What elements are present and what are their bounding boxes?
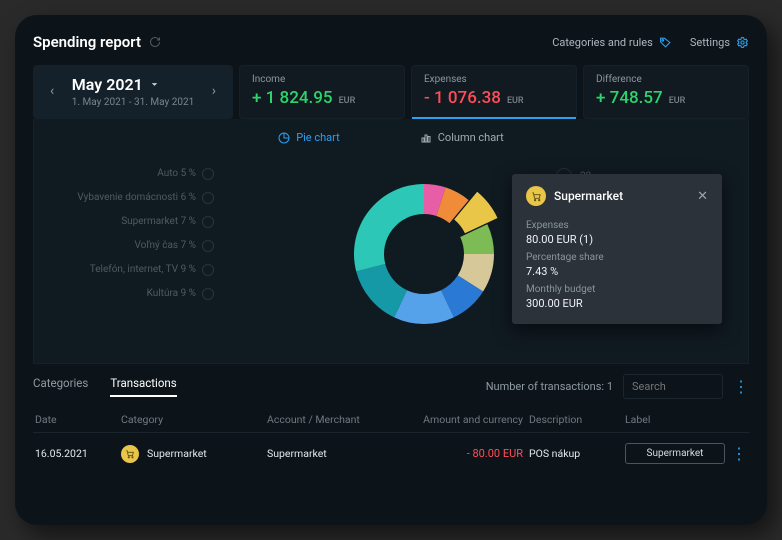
search-input[interactable] bbox=[623, 374, 723, 399]
tabs-row: Categories Transactions Number of transa… bbox=[33, 374, 749, 399]
settings-link[interactable]: Settings bbox=[690, 36, 749, 49]
next-period-button[interactable]: › bbox=[208, 82, 220, 100]
more-options-button[interactable]: ⋮ bbox=[733, 379, 749, 395]
difference-value: + 748.57 bbox=[596, 88, 663, 108]
tooltip-share-label: Percentage share bbox=[526, 252, 708, 263]
cell-merchant: Supermarket bbox=[267, 447, 407, 460]
legend-item: Kultúra 9 % bbox=[59, 288, 214, 300]
category-icon bbox=[202, 216, 214, 228]
tabs: Categories Transactions bbox=[33, 376, 177, 397]
prev-period-button[interactable]: ‹ bbox=[46, 82, 58, 100]
legend-item: Auto 5 % bbox=[59, 168, 214, 180]
top-links: Categories and rules Settings bbox=[552, 36, 749, 49]
period-label: May 2021 bbox=[72, 75, 143, 94]
column-chart-tab[interactable]: Column chart bbox=[420, 131, 504, 144]
column-chart-label: Column chart bbox=[438, 131, 504, 144]
period-card: ‹ May 2021 1. May 2021 - 31. May 2021 › bbox=[33, 65, 233, 119]
pie-chart-tab[interactable]: Pie chart bbox=[278, 131, 340, 144]
legend-item: Voľný čas 7 % bbox=[59, 240, 214, 252]
app-window: Spending report Categories and rules Set… bbox=[15, 15, 767, 525]
refresh-icon[interactable] bbox=[149, 36, 161, 48]
col-label: Label bbox=[625, 413, 725, 426]
cell-description: POS nákup bbox=[529, 447, 619, 460]
chart-type-toggle: Pie chart Column chart bbox=[33, 119, 749, 152]
expenses-card[interactable]: Expenses - 1 076.38 EUR bbox=[411, 65, 577, 119]
chevron-down-icon bbox=[149, 79, 160, 90]
income-value: + 1 824.95 bbox=[252, 88, 333, 108]
categories-rules-label: Categories and rules bbox=[552, 36, 653, 49]
tab-categories[interactable]: Categories bbox=[33, 376, 88, 397]
income-currency: EUR bbox=[339, 96, 356, 106]
page-title-text: Spending report bbox=[33, 33, 141, 51]
tooltip-title: Supermarket bbox=[554, 189, 623, 203]
topbar: Spending report Categories and rules Set… bbox=[33, 29, 749, 55]
table-header: Date Category Account / Merchant Amount … bbox=[33, 407, 749, 432]
category-icon bbox=[202, 288, 214, 300]
tooltip-budget-value: 300.00 EUR bbox=[526, 297, 708, 310]
tooltip-expenses-label: Expenses bbox=[526, 220, 708, 231]
cell-date: 16.05.2021 bbox=[35, 447, 115, 460]
income-card[interactable]: Income + 1 824.95 EUR bbox=[239, 65, 405, 119]
label-pill[interactable]: Supermarket bbox=[625, 443, 725, 464]
table-row[interactable]: 16.05.2021 Supermarket Supermarket - 80.… bbox=[33, 432, 749, 470]
expenses-currency: EUR bbox=[507, 96, 524, 106]
legend-item: Telefón, internet, TV 9 % bbox=[59, 264, 214, 276]
page-title: Spending report bbox=[33, 33, 161, 51]
category-icon bbox=[202, 264, 214, 276]
col-description: Description bbox=[529, 413, 619, 426]
donut-chart[interactable] bbox=[334, 164, 514, 344]
tab-controls: Number of transactions: 1 ⋮ bbox=[486, 374, 749, 399]
tooltip-budget-label: Monthly budget bbox=[526, 284, 708, 295]
col-category: Category bbox=[121, 413, 261, 426]
chart-legend-left: Auto 5 % Vybavenie domácnosti 6 % Superm… bbox=[59, 168, 214, 312]
row-more-button[interactable]: ⋮ bbox=[731, 446, 751, 462]
col-date: Date bbox=[35, 413, 115, 426]
tooltip-share-value: 7.43 % bbox=[526, 265, 708, 278]
cell-amount: - 80.00 EUR bbox=[413, 447, 523, 460]
cart-icon bbox=[526, 186, 546, 206]
settings-label: Settings bbox=[690, 36, 730, 49]
legend-item: Vybavenie domácnosti 6 % bbox=[59, 192, 214, 204]
close-tooltip-button[interactable]: ✕ bbox=[697, 189, 708, 204]
income-label: Income bbox=[252, 74, 392, 85]
category-icon bbox=[202, 192, 214, 204]
cart-icon bbox=[121, 445, 139, 463]
pie-chart-label: Pie chart bbox=[296, 131, 340, 144]
difference-label: Difference bbox=[596, 74, 736, 85]
gear-icon bbox=[736, 36, 749, 49]
legend-item: Supermarket 7 % bbox=[59, 216, 214, 228]
categories-rules-link[interactable]: Categories and rules bbox=[552, 36, 672, 49]
tab-transactions[interactable]: Transactions bbox=[110, 376, 176, 397]
tooltip-expenses-value: 80.00 EUR (1) bbox=[526, 233, 708, 246]
tag-icon bbox=[659, 36, 672, 49]
category-icon bbox=[202, 168, 214, 180]
difference-currency: EUR bbox=[669, 96, 686, 106]
period-selector[interactable]: May 2021 1. May 2021 - 31. May 2021 bbox=[72, 75, 194, 108]
column-chart-icon bbox=[420, 132, 432, 144]
transaction-count: Number of transactions: 1 bbox=[486, 380, 613, 393]
col-amount: Amount and currency bbox=[413, 413, 523, 426]
donut-slice[interactable] bbox=[354, 184, 424, 271]
expenses-value: - 1 076.38 bbox=[424, 88, 501, 108]
category-tooltip: Supermarket ✕ Expenses 80.00 EUR (1) Per… bbox=[512, 174, 722, 324]
col-merchant: Account / Merchant bbox=[267, 413, 407, 426]
chart-area: Auto 5 % Vybavenie domácnosti 6 % Superm… bbox=[33, 152, 749, 364]
summary-row: ‹ May 2021 1. May 2021 - 31. May 2021 › … bbox=[33, 65, 749, 119]
period-range: 1. May 2021 - 31. May 2021 bbox=[72, 97, 194, 108]
expenses-label: Expenses bbox=[424, 74, 564, 85]
category-icon bbox=[202, 240, 214, 252]
cell-category: Supermarket bbox=[121, 445, 261, 463]
pie-chart-icon bbox=[278, 132, 290, 144]
difference-card[interactable]: Difference + 748.57 EUR bbox=[583, 65, 749, 119]
transactions-table: Date Category Account / Merchant Amount … bbox=[33, 407, 749, 470]
